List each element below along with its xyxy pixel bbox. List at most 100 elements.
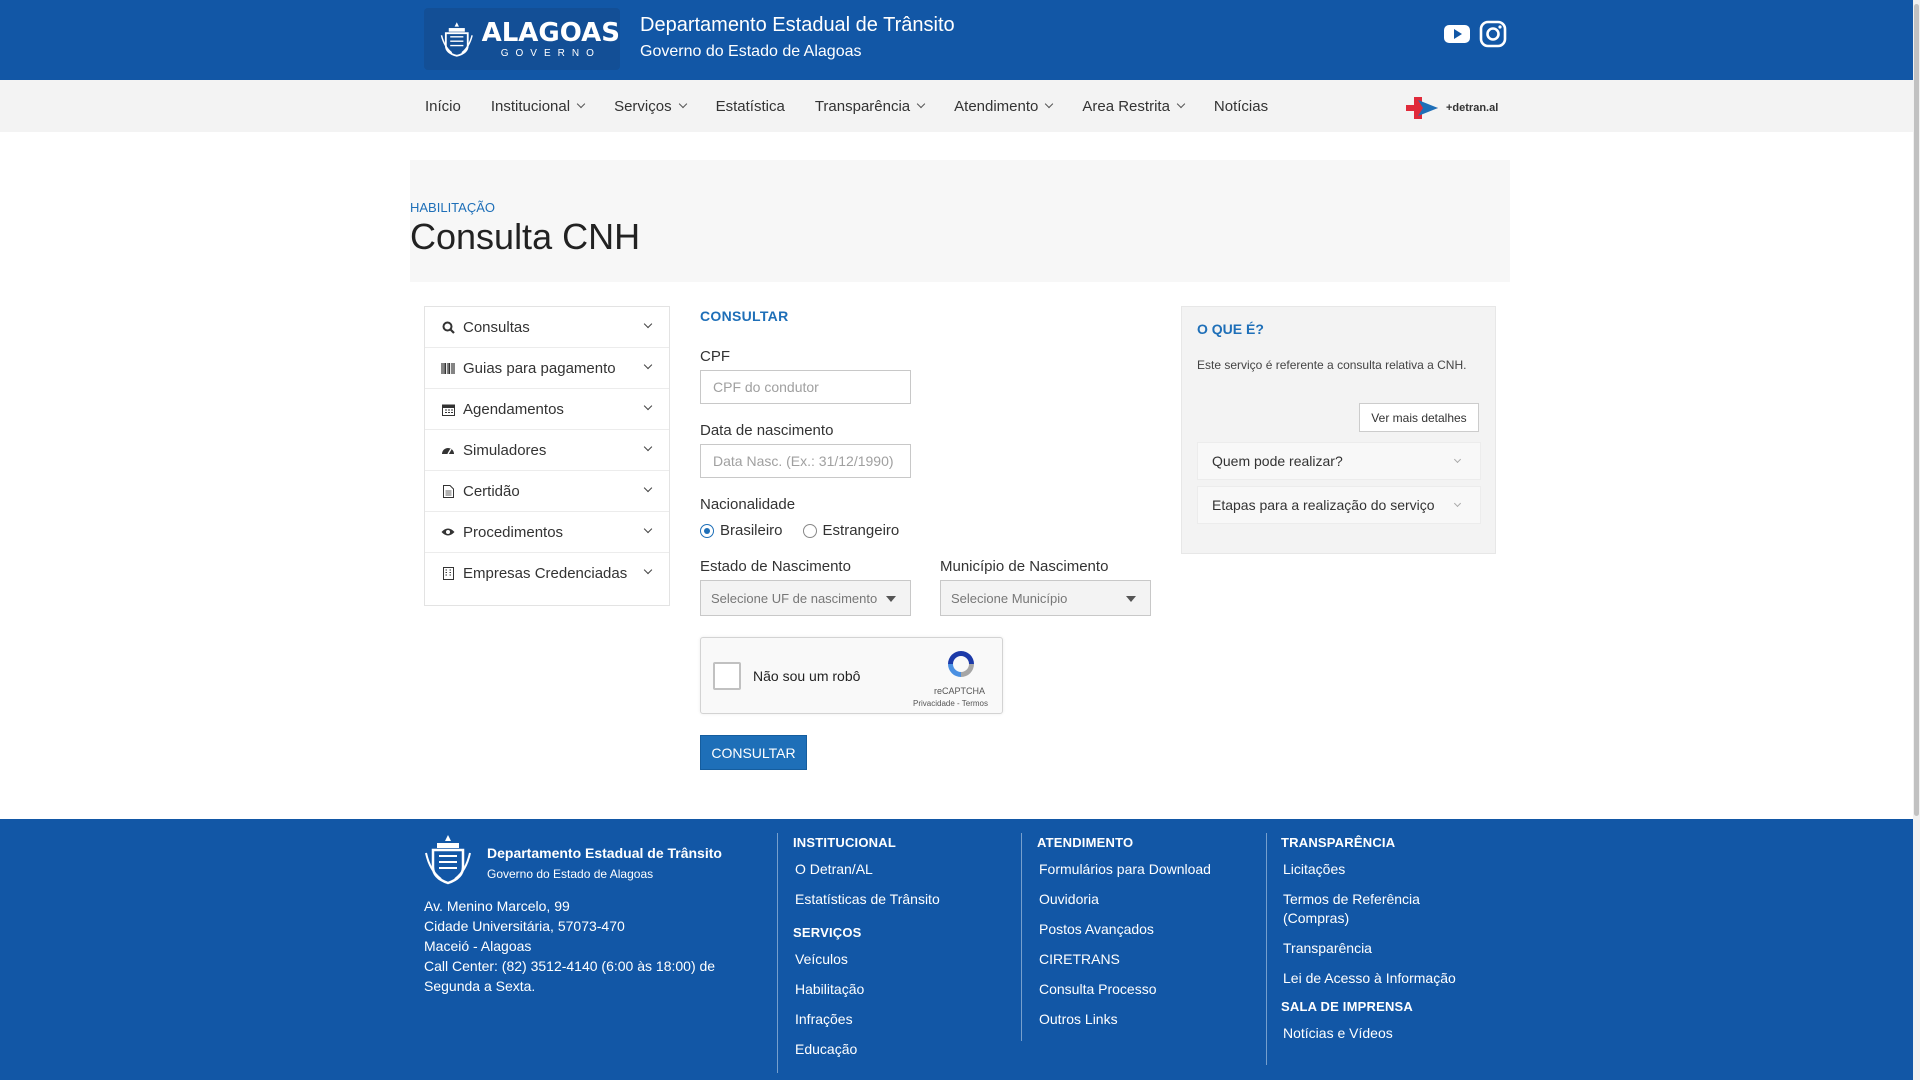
- info-panel: O QUE É? Este serviço é referente a cons…: [1181, 306, 1496, 554]
- page-title: Consulta CNH: [410, 216, 641, 257]
- cpf-input[interactable]: [700, 370, 911, 404]
- detran-app-label: +detran.al: [1446, 102, 1499, 114]
- footer-divider: [1021, 833, 1022, 1041]
- footer-heading: ATENDIMENTO: [1037, 835, 1134, 850]
- recaptcha-widget: Não sou um robô reCAPTCHA Privacidade - …: [700, 637, 1003, 714]
- accordion-etapas[interactable]: Etapas para a realização do serviço: [1197, 486, 1481, 524]
- dob-input[interactable]: [700, 444, 911, 478]
- info-title: O QUE É?: [1197, 321, 1264, 337]
- radio-label-brasileiro[interactable]: Brasileiro: [720, 522, 783, 539]
- sidebar-item-consultas[interactable]: Consultas: [425, 307, 669, 348]
- caret-down-icon: [886, 596, 896, 602]
- footer-heading: INSTITUCIONAL: [793, 835, 896, 850]
- chevron-down-icon: [643, 442, 653, 452]
- crest-icon: [425, 835, 471, 885]
- calendar-icon: [441, 402, 455, 416]
- footer-link[interactable]: Habilitação: [795, 980, 940, 999]
- sidebar-item-label: Simuladores: [463, 441, 547, 459]
- instagram-icon[interactable]: [1479, 20, 1507, 48]
- sidebar-item-label: Empresas Credenciadas: [463, 565, 628, 582]
- chevron-down-icon: [1176, 99, 1186, 109]
- breadcrumb[interactable]: HABILITAÇÃO: [410, 200, 495, 215]
- cpf-label: CPF: [700, 348, 730, 365]
- chevron-down-icon: [643, 565, 653, 575]
- footer-link[interactable]: Veículos: [795, 950, 940, 969]
- state-select[interactable]: Selecione UF de nascimento: [700, 580, 911, 616]
- chevron-down-icon: [643, 360, 653, 370]
- sidebar-item-label: Certidão: [463, 482, 520, 500]
- footer-link[interactable]: Educação: [795, 1040, 940, 1059]
- footer-link[interactable]: Licitações: [1283, 860, 1501, 879]
- sidebar-item-agendamentos[interactable]: Agendamentos: [425, 389, 669, 430]
- footer-link[interactable]: Termos de Referência (Compras): [1283, 890, 1443, 928]
- youtube-icon[interactable]: [1443, 20, 1471, 48]
- sidebar-item-empresas[interactable]: Empresas Credenciadas: [425, 553, 669, 594]
- footer-link[interactable]: Ouvidoria: [1039, 890, 1211, 909]
- nav-item-area-restrita[interactable]: Area Restrita: [1082, 98, 1186, 115]
- more-details-button[interactable]: Ver mais detalhes: [1359, 403, 1479, 432]
- footer-link[interactable]: Consulta Processo: [1039, 980, 1211, 999]
- footer-heading: SALA DE IMPRENSA: [1281, 999, 1414, 1014]
- page-scrollbar[interactable]: [1913, 0, 1920, 1080]
- crest-icon: [440, 22, 473, 57]
- footer-org-name: Departamento Estadual de Trânsito: [487, 845, 722, 861]
- recaptcha-checkbox[interactable]: [713, 662, 741, 690]
- detran-app-logo[interactable]: +detran.al: [1404, 94, 1498, 122]
- nav-item-servicos[interactable]: Serviços: [614, 97, 687, 115]
- nav-item-noticias[interactable]: Notícias: [1214, 98, 1268, 115]
- footer-link[interactable]: Transparência: [1283, 939, 1501, 958]
- footer-link[interactable]: O Detran/AL: [795, 860, 940, 879]
- chevron-down-icon: [678, 99, 687, 109]
- chevron-down-icon: [916, 99, 926, 109]
- nav-item-inicio[interactable]: Início: [425, 98, 461, 115]
- nav-item-institucional[interactable]: Institucional: [491, 98, 586, 115]
- nav-menu: Início Institucional Serviços Estatístic…: [425, 80, 1298, 132]
- footer-divider: [777, 833, 778, 1073]
- footer-link[interactable]: Infrações: [795, 1010, 940, 1029]
- eye-icon: [441, 525, 455, 539]
- alagoas-logo[interactable]: ALAGOAS GOVERNO: [424, 8, 620, 70]
- footer-link[interactable]: CIRETRANS: [1039, 950, 1211, 969]
- sidebar-item-procedimentos[interactable]: Procedimentos: [425, 512, 669, 553]
- state-select-value: Selecione UF de nascimento: [711, 590, 878, 606]
- sidebar-item-guias[interactable]: Guias para pagamento: [425, 348, 669, 389]
- footer-col-institucional: INSTITUCIONAL O Detran/AL Estatísticas d…: [793, 835, 940, 1070]
- accordion-quem-pode[interactable]: Quem pode realizar?: [1197, 442, 1481, 480]
- sidebar-item-label: Procedimentos: [463, 523, 564, 541]
- chevron-down-icon: [643, 319, 653, 329]
- sidebar-item-label: Consultas: [463, 318, 530, 336]
- footer-link[interactable]: Lei de Acesso à Informação: [1283, 969, 1501, 988]
- footer-link[interactable]: Estatísticas de Trânsito: [795, 890, 940, 909]
- footer-link[interactable]: Outros Links: [1039, 1010, 1211, 1029]
- services-sidebar: Consultas Guias para pagamento Agendamen…: [424, 306, 670, 606]
- header-title: Departamento Estadual de Trânsito: [640, 14, 955, 36]
- sidebar-item-simuladores[interactable]: Simuladores: [425, 430, 669, 471]
- building-icon: [441, 567, 455, 581]
- footer-address: Av. Menino Marcelo, 99 Cidade Universitá…: [424, 896, 734, 996]
- page-header: HABILITAÇÃO Consulta CNH: [410, 160, 1510, 282]
- address-line: Maceió - Alagoas: [424, 938, 532, 954]
- city-select[interactable]: Selecione Município: [940, 580, 1151, 616]
- footer-col-transparencia: TRANSPARÊNCIA Licitações Termos de Refer…: [1281, 835, 1501, 1054]
- recaptcha-links[interactable]: Privacidade - Termos: [913, 699, 988, 708]
- footer-link[interactable]: Notícias e Vídeos: [1283, 1024, 1501, 1043]
- radio-label-estrangeiro[interactable]: Estrangeiro: [823, 522, 900, 539]
- address-line: Cidade Universitária, 57073-470: [424, 918, 625, 934]
- consultar-button[interactable]: CONSULTAR: [700, 735, 807, 770]
- nav-item-transparencia[interactable]: Transparência: [815, 98, 926, 115]
- nationality-radio-group: Brasileiro Estrangeiro: [700, 522, 919, 539]
- chevron-down-icon: [1045, 99, 1054, 109]
- address-line: Call Center: (82) 3512-4140 (6:00 às 18:…: [424, 958, 716, 994]
- footer-gov-name: Governo do Estado de Alagoas: [487, 867, 654, 881]
- sidebar-item-certidao[interactable]: Certidão: [425, 471, 669, 512]
- footer-link[interactable]: Formulários para Download: [1039, 860, 1211, 879]
- nav-label: Serviços: [614, 97, 672, 115]
- radio-brasileiro[interactable]: [700, 523, 714, 538]
- nav-item-estatistica[interactable]: Estatística: [716, 98, 785, 115]
- accordion-label: Quem pode realizar?: [1212, 453, 1343, 469]
- nav-item-atendimento[interactable]: Atendimento: [954, 98, 1054, 115]
- chevron-down-icon: [576, 99, 586, 109]
- radio-estrangeiro[interactable]: [802, 523, 817, 538]
- footer-link[interactable]: Postos Avançados: [1039, 920, 1211, 939]
- scrollbar-thumb[interactable]: [1914, 4, 1919, 816]
